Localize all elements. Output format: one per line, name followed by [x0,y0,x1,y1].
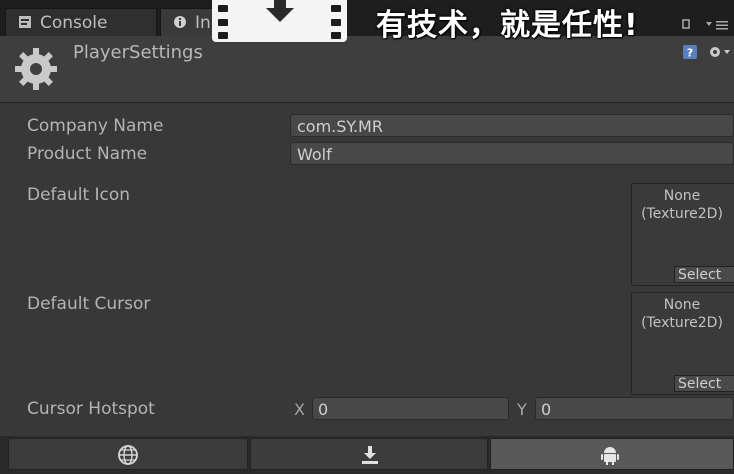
tab-menu-icon[interactable] [706,20,730,30]
company-name-field[interactable]: com.SY.MR [290,114,734,137]
tab-console[interactable]: Console [5,8,157,37]
default-icon-label: Default Icon [27,185,131,205]
help-icon[interactable]: ? [682,44,698,60]
company-name-label: Company Name [27,116,164,136]
default-cursor-select-button[interactable]: Select [674,375,734,392]
watermark-film-logo [212,0,347,42]
default-icon-value-line2: (Texture2D) [641,206,723,222]
default-cursor-label: Default Cursor [27,294,151,314]
default-icon-select-button[interactable]: Select [674,266,734,283]
hotspot-x-field[interactable]: 0 [312,397,509,420]
globe-icon [118,445,138,465]
tab-console-label: Console [40,13,108,33]
default-icon-object-field[interactable]: None (Texture2D) Select [631,183,734,286]
default-icon-value-line1: None [663,188,701,204]
settings-gear-icon[interactable] [707,43,733,61]
info-icon [174,16,186,28]
product-name-field[interactable]: Wolf [290,142,734,165]
component-title: PlayerSettings [73,42,203,63]
android-icon [601,447,619,465]
watermark-text: 有技术，就是任性! [376,8,639,43]
console-icon [19,16,31,28]
hotspot-y-field[interactable]: 0 [535,397,734,420]
cursor-hotspot-label: Cursor Hotspot [27,399,155,419]
default-cursor-value-line2: (Texture2D) [641,315,723,331]
svg-text:?: ? [687,47,693,60]
gear-icon [15,48,57,90]
lock-icon[interactable] [680,18,694,30]
platform-tab-android[interactable] [490,438,734,470]
platform-tab-standalone[interactable] [250,438,488,470]
hotspot-y-label: Y [517,400,527,419]
tab-inspector-label: In [195,13,211,33]
watermark-arrow-icon [266,0,294,22]
product-name-label: Product Name [27,144,148,164]
download-icon [362,446,378,464]
platform-tab-web[interactable] [8,438,248,470]
hotspot-x-label: X [294,400,305,419]
default-cursor-object-field[interactable]: None (Texture2D) Select [631,292,734,395]
default-cursor-value-line1: None [663,297,701,313]
